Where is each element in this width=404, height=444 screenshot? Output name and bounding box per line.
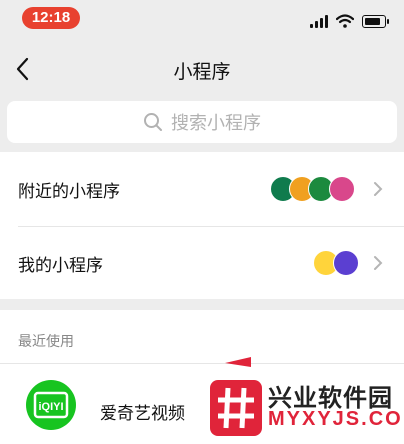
search-icon (144, 113, 162, 131)
search-placeholder: 搜索小程序 (171, 113, 261, 134)
miniprogram-menu: 附近的小程序 我的小程序 (0, 152, 404, 299)
battery-icon (362, 15, 389, 28)
chevron-right-icon (374, 182, 383, 196)
status-icons (310, 12, 389, 28)
divider (0, 363, 404, 364)
watermark: 兴业软件园 MYXYJS.COM (210, 380, 404, 442)
svg-text:iQIYI: iQIYI (38, 401, 63, 413)
nearby-miniprograms-row[interactable]: 附近的小程序 (0, 152, 404, 227)
wifi-icon (336, 14, 354, 28)
recent-item-label: 爱奇艺视频 (100, 404, 185, 424)
my-miniprograms-label: 我的小程序 (18, 256, 103, 276)
cellular-signal-icon (310, 14, 328, 28)
watermark-logo-icon (210, 380, 262, 436)
status-time: 12:18 (22, 7, 80, 29)
watermark-url: MYXYJS.COM (268, 408, 404, 430)
recent-header: 最近使用 (18, 334, 74, 350)
status-bar: 12:18 (0, 0, 404, 40)
chevron-right-icon (374, 256, 383, 270)
nav-bar: 小程序 (0, 45, 404, 93)
search-input[interactable]: 搜索小程序 (7, 101, 397, 143)
my-miniprograms-row[interactable]: 我的小程序 (0, 226, 404, 300)
nearby-miniprograms-label: 附近的小程序 (18, 182, 120, 202)
page-title: 小程序 (173, 61, 231, 83)
purple-app-logo-icon (333, 250, 359, 276)
red-arrow-icon (225, 357, 251, 367)
pink-app-logo-icon (329, 176, 355, 202)
iqiyi-app-icon: iQIYI (26, 380, 76, 430)
